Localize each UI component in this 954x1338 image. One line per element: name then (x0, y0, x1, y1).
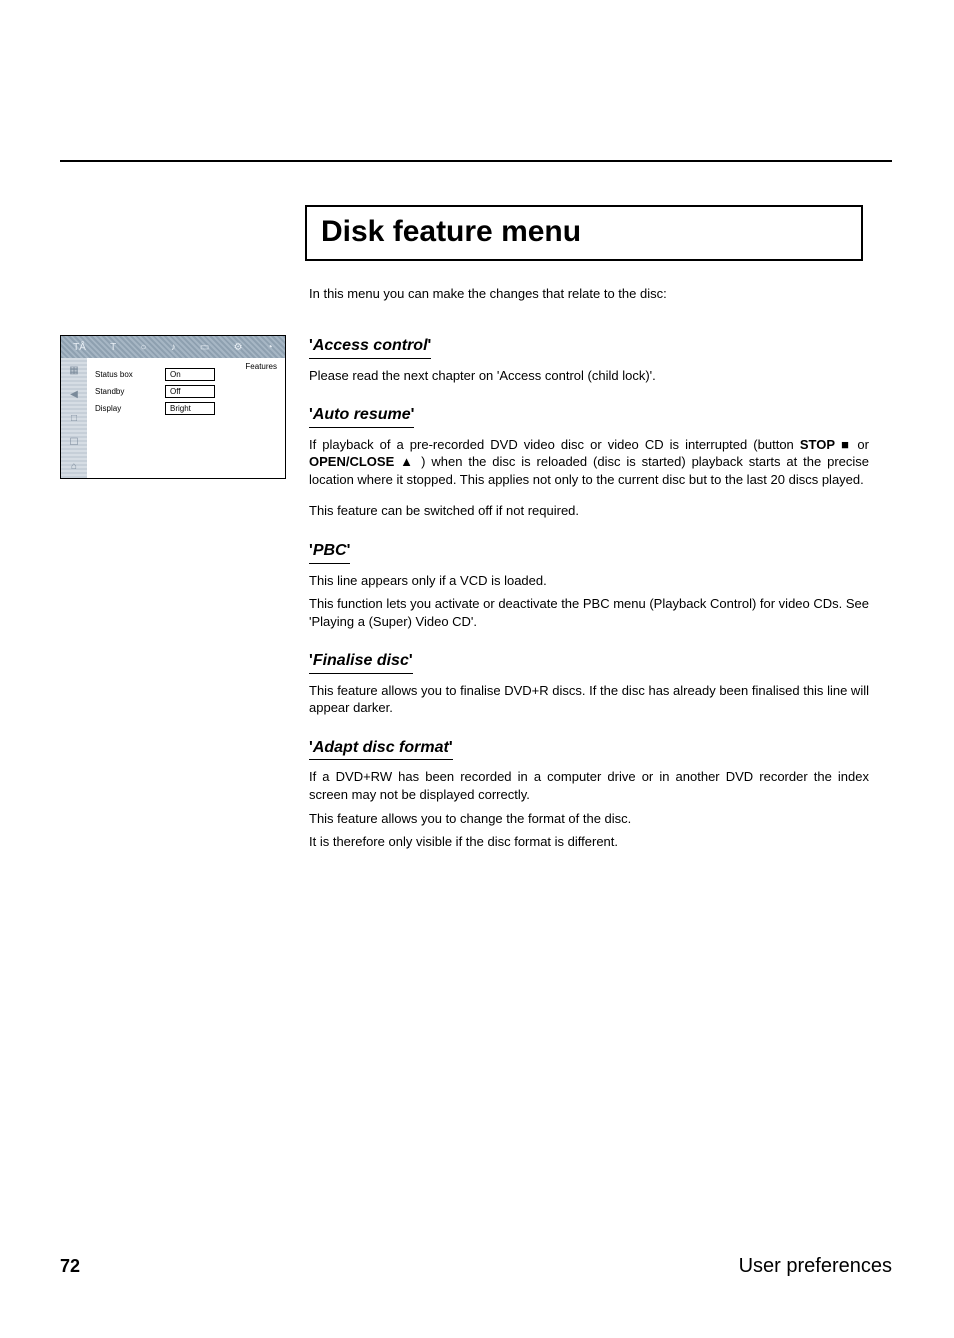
heading-text: Finalise disc (313, 652, 409, 669)
pbc-p2: This function lets you activate or deact… (309, 595, 869, 630)
adapt-p1: If a DVD+RW has been recorded in a compu… (309, 768, 869, 803)
menu-row-label: Display (95, 404, 165, 413)
auto-resume-p2: This feature can be switched off if not … (309, 502, 869, 520)
section-heading-pbc: 'PBC' (309, 540, 350, 564)
screenshot-body: ▦ ◀ □ ☐ ⌂ Features Status box On Standby… (61, 358, 285, 478)
stop-icon: ■ (841, 437, 851, 452)
page-number: 72 (60, 1256, 80, 1277)
top-icon: T (110, 342, 116, 353)
access-body: Please read the next chapter on 'Access … (309, 367, 869, 385)
side-icon: □ (71, 413, 77, 424)
heading-text: Access control (313, 337, 428, 354)
heading-text: PBC (313, 542, 347, 559)
side-icon: ⌂ (71, 461, 77, 472)
screenshot-topbar: TÅ T ○ ♪ ▭ ⚙ ◔ (61, 336, 285, 358)
menu-row: Display Bright (95, 402, 277, 415)
screenshot-sidebar: ▦ ◀ □ ☐ ⌂ (61, 358, 87, 478)
section-heading-auto-resume: 'Auto resume' (309, 404, 414, 428)
text: or (857, 437, 869, 452)
menu-screenshot: TÅ T ○ ♪ ▭ ⚙ ◔ ▦ ◀ □ ☐ ⌂ Features Status… (60, 335, 286, 479)
top-icon: ◔ (267, 342, 273, 353)
screenshot-main: Features Status box On Standby Off Displ… (87, 358, 285, 478)
adapt-p2: This feature allows you to change the fo… (309, 810, 869, 828)
text: If playback of a pre-recorded DVD video … (309, 437, 800, 452)
pbc-p1: This line appears only if a VCD is loade… (309, 572, 869, 590)
heading-text: Adapt disc format (313, 739, 449, 756)
finalise-p1: This feature allows you to finalise DVD+… (309, 682, 869, 717)
menu-row-label: Standby (95, 387, 165, 396)
top-icon: ⚙ (234, 342, 243, 353)
top-icon: TÅ (73, 342, 86, 353)
menu-row-value: On (165, 368, 215, 381)
side-icon: ◀ (70, 389, 78, 400)
features-label: Features (245, 362, 277, 371)
heading-text: Auto resume (313, 406, 411, 423)
section-heading-adapt: 'Adapt disc format' (309, 737, 453, 761)
title-box: Disk feature menu (305, 205, 863, 261)
top-icon: ○ (140, 342, 146, 353)
eject-icon: ▲ (400, 454, 415, 469)
side-icon: ☐ (70, 437, 79, 448)
menu-row: Standby Off (95, 385, 277, 398)
top-icon: ▭ (200, 342, 209, 353)
menu-row-label: Status box (95, 370, 165, 379)
section-heading-access: 'Access control' (309, 335, 431, 359)
open-close-button-label: OPEN/CLOSE (309, 454, 394, 469)
menu-row-value: Off (165, 385, 215, 398)
content-column: 'Access control' Please read the next ch… (309, 335, 869, 857)
intro-text: In this menu you can make the changes th… (309, 286, 667, 301)
top-icon: ♪ (171, 342, 176, 353)
stop-button-label: STOP (800, 437, 835, 452)
section-heading-finalise: 'Finalise disc' (309, 650, 413, 674)
menu-row-value: Bright (165, 402, 215, 415)
footer-title: User preferences (739, 1255, 892, 1278)
side-icon: ▦ (69, 365, 78, 376)
top-rule (60, 160, 892, 162)
auto-resume-p1: If playback of a pre-recorded DVD video … (309, 436, 869, 489)
adapt-p3: It is therefore only visible if the disc… (309, 833, 869, 851)
footer: 72 User preferences (60, 1255, 892, 1278)
